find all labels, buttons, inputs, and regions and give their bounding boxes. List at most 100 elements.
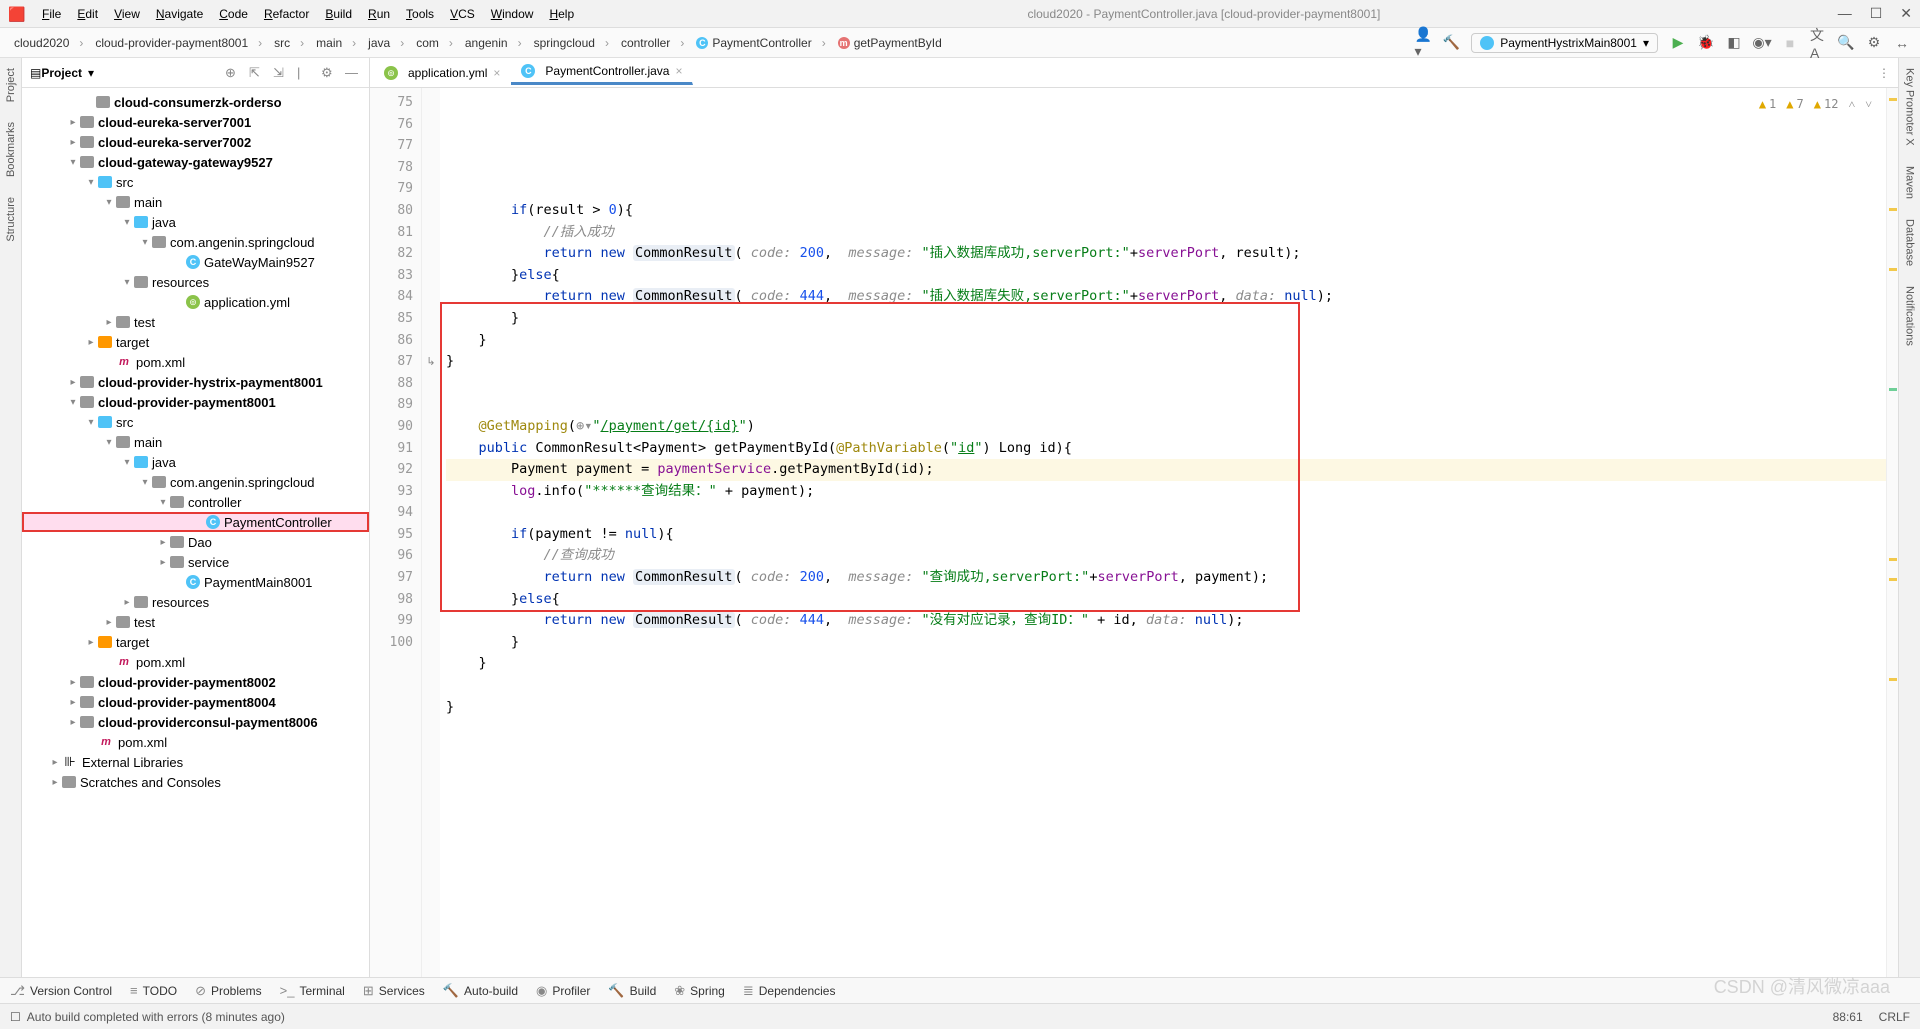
inspection-summary[interactable]: ▲1 ▲7 ▲12 ˄ ˅ — [1759, 94, 1872, 116]
profile-icon[interactable]: ◉▾ — [1754, 35, 1770, 51]
expand-all-icon[interactable]: ⇱ — [249, 65, 265, 81]
close-icon[interactable]: ✕ — [1900, 5, 1912, 22]
menu-refactor[interactable]: Refactor — [256, 5, 317, 23]
breadcrumb[interactable]: cloud-provider-payment8001 — [89, 34, 268, 52]
tree-row[interactable]: ▸cloud-provider-payment8002 — [22, 672, 369, 692]
tabs-more-icon[interactable]: ⋮ — [1878, 66, 1890, 80]
build-icon[interactable]: 🔨 — [1443, 35, 1459, 51]
menu-build[interactable]: Build — [317, 5, 360, 23]
settings-icon[interactable]: ⚙ — [321, 65, 337, 81]
run-config-selector[interactable]: PaymentHystrixMain8001 ▾ — [1471, 33, 1658, 53]
translate-icon[interactable]: 文A — [1810, 35, 1826, 51]
tree-row[interactable]: mpom.xml — [22, 652, 369, 672]
breadcrumb[interactable]: controller — [615, 34, 690, 52]
bottom-tool-services[interactable]: ⊞Services — [363, 983, 425, 999]
menu-run[interactable]: Run — [360, 5, 398, 23]
tree-row[interactable]: ▸cloud-provider-hystrix-payment8001 — [22, 372, 369, 392]
bottom-tool-version-control[interactable]: ⎇Version Control — [10, 983, 112, 999]
tree-row[interactable]: ▾com.angenin.springcloud — [22, 472, 369, 492]
tree-row[interactable]: ▾cloud-provider-payment8001 — [22, 392, 369, 412]
menu-help[interactable]: Help — [541, 5, 582, 23]
breadcrumb[interactable]: m getPaymentById — [832, 34, 958, 52]
breadcrumb[interactable]: cloud2020 — [8, 34, 89, 52]
tree-row[interactable]: ▾main — [22, 192, 369, 212]
tool-structure[interactable]: Structure — [5, 197, 17, 242]
tree-row[interactable]: ▾java — [22, 212, 369, 232]
menu-code[interactable]: Code — [211, 5, 256, 23]
close-tab-icon[interactable]: × — [675, 64, 682, 78]
bottom-tool-terminal[interactable]: >_Terminal — [280, 983, 345, 998]
tree-row[interactable]: ▾resources — [22, 272, 369, 292]
tool-keypromoter[interactable]: Key Promoter X — [1904, 68, 1916, 146]
menu-file[interactable]: File — [34, 5, 69, 23]
tree-row[interactable]: ▸Scratches and Consoles — [22, 772, 369, 792]
tree-row[interactable]: ▸Dao — [22, 532, 369, 552]
run-icon[interactable]: ▶ — [1670, 35, 1686, 51]
search-icon[interactable]: 🔍 — [1838, 35, 1854, 51]
hide-icon[interactable]: — — [345, 65, 361, 81]
chevron-down-icon[interactable]: ▾ — [88, 66, 94, 80]
marker-bar[interactable] — [1886, 88, 1898, 977]
project-tree[interactable]: cloud-consumerzk-orderso▸cloud-eureka-se… — [22, 88, 369, 977]
tree-row[interactable]: ▸target — [22, 332, 369, 352]
close-tab-icon[interactable]: × — [493, 66, 500, 80]
tree-row[interactable]: mpom.xml — [22, 732, 369, 752]
bottom-tool-spring[interactable]: ❀Spring — [674, 983, 725, 999]
code-area[interactable]: ▲1 ▲7 ▲12 ˄ ˅ if(result > 0){ //插入成功 ret… — [440, 88, 1886, 977]
ide-actions-icon[interactable]: ↔ — [1894, 35, 1910, 51]
tree-row[interactable]: ▸cloud-providerconsul-payment8006 — [22, 712, 369, 732]
tree-row[interactable]: ▸service — [22, 552, 369, 572]
tool-bookmarks[interactable]: Bookmarks — [5, 122, 17, 177]
maximize-icon[interactable]: ☐ — [1870, 5, 1883, 22]
tree-row[interactable]: ▾com.angenin.springcloud — [22, 232, 369, 252]
breadcrumb[interactable]: src — [268, 34, 310, 52]
tree-row[interactable]: ▾src — [22, 172, 369, 192]
tree-row[interactable]: ▾controller — [22, 492, 369, 512]
bottom-tool-auto-build[interactable]: 🔨Auto-build — [443, 983, 518, 999]
tool-database[interactable]: Database — [1904, 219, 1916, 266]
tree-row[interactable]: CGateWayMain9527 — [22, 252, 369, 272]
line-separator[interactable]: CRLF — [1879, 1010, 1910, 1024]
coverage-icon[interactable]: ◧ — [1726, 35, 1742, 51]
bottom-tool-dependencies[interactable]: ≣Dependencies — [743, 983, 836, 999]
menu-navigate[interactable]: Navigate — [148, 5, 211, 23]
tree-row[interactable]: ⊚application.yml — [22, 292, 369, 312]
tree-row[interactable]: mpom.xml — [22, 352, 369, 372]
tree-row[interactable]: ▸cloud-eureka-server7002 — [22, 132, 369, 152]
bottom-tool-build[interactable]: 🔨Build — [608, 983, 656, 999]
tree-row[interactable]: ▸resources — [22, 592, 369, 612]
tool-notifications[interactable]: Notifications — [1904, 286, 1916, 346]
tree-row[interactable]: ▾src — [22, 412, 369, 432]
tree-row[interactable]: ▾main — [22, 432, 369, 452]
menu-vcs[interactable]: VCS — [442, 5, 483, 23]
editor-tab[interactable]: CPaymentController.java× — [511, 60, 693, 85]
bottom-tool-problems[interactable]: ⊘Problems — [195, 983, 262, 999]
bottom-tool-profiler[interactable]: ◉Profiler — [536, 983, 590, 999]
debug-icon[interactable]: 🐞 — [1698, 35, 1714, 51]
tree-row[interactable]: ▸test — [22, 312, 369, 332]
breadcrumb[interactable]: main — [310, 34, 362, 52]
tree-row[interactable]: ▸⊪External Libraries — [22, 752, 369, 772]
tool-project[interactable]: Project — [5, 68, 17, 102]
breadcrumb[interactable]: C PaymentController — [690, 34, 831, 52]
bottom-tool-todo[interactable]: ≡TODO — [130, 983, 177, 998]
locate-icon[interactable]: ⊕ — [225, 65, 241, 81]
breadcrumb[interactable]: java — [362, 34, 410, 52]
add-user-icon[interactable]: 👤▾ — [1415, 35, 1431, 51]
collapse-all-icon[interactable]: ⇲ — [273, 65, 289, 81]
chevron-up-icon[interactable]: ˄ — [1848, 94, 1855, 116]
breadcrumb[interactable]: com — [410, 34, 459, 52]
breadcrumb[interactable]: angenin — [459, 34, 528, 52]
tree-row[interactable]: ▾java — [22, 452, 369, 472]
menu-view[interactable]: View — [106, 5, 148, 23]
tree-row[interactable]: cloud-consumerzk-orderso — [22, 92, 369, 112]
tree-row[interactable]: ▸cloud-eureka-server7001 — [22, 112, 369, 132]
tool-maven[interactable]: Maven — [1904, 166, 1916, 199]
tree-row[interactable]: CPaymentController — [22, 512, 369, 532]
breadcrumb[interactable]: springcloud — [528, 34, 615, 52]
tree-row[interactable]: ▸target — [22, 632, 369, 652]
stop-icon[interactable]: ■ — [1782, 35, 1798, 51]
menu-tools[interactable]: Tools — [398, 5, 442, 23]
caret-position[interactable]: 88:61 — [1833, 1010, 1863, 1024]
tree-row[interactable]: ▸test — [22, 612, 369, 632]
